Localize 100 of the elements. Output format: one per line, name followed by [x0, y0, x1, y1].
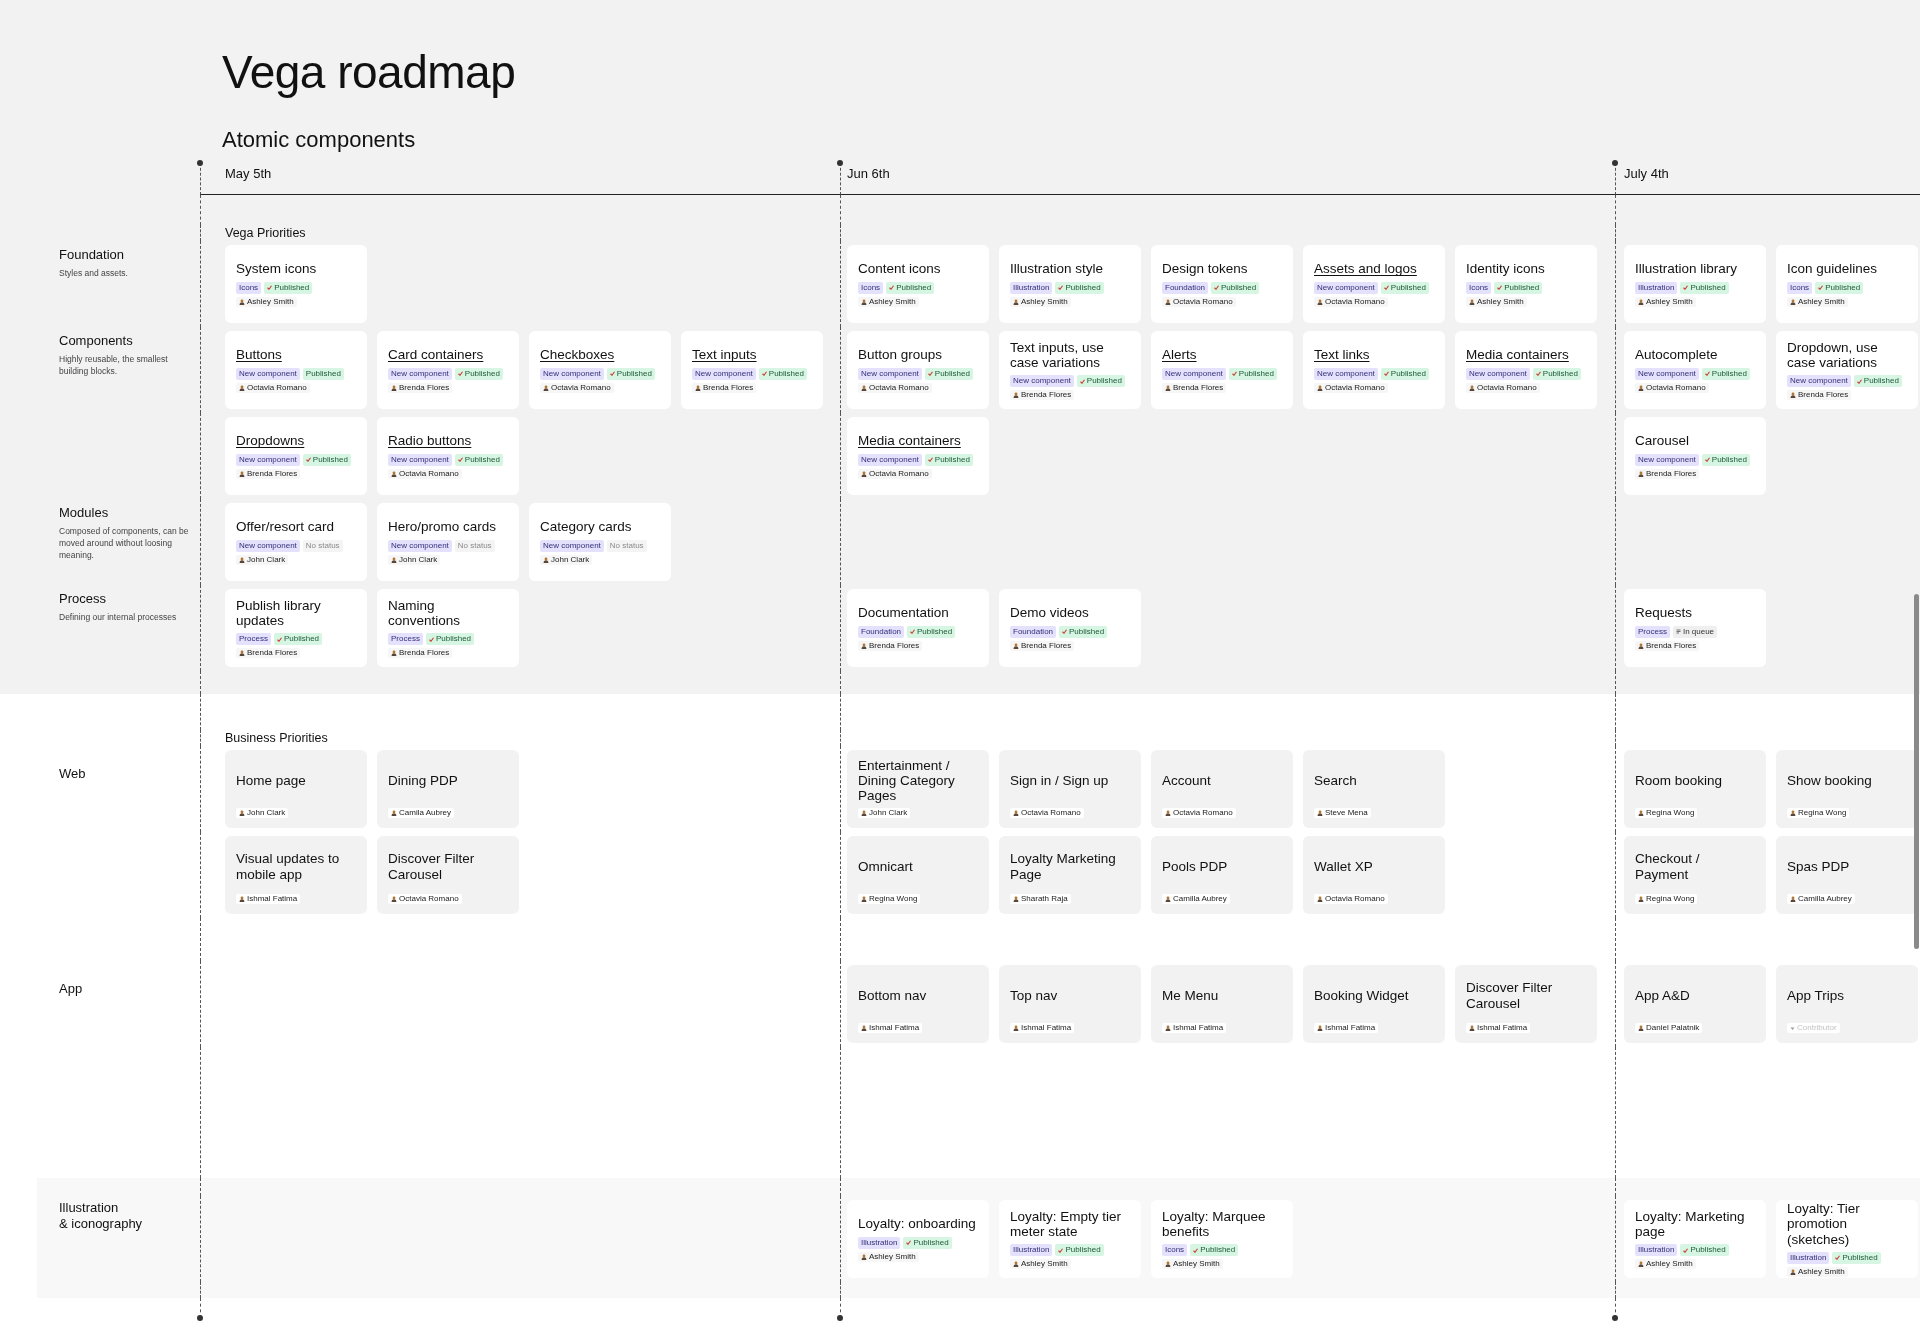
roadmap-card[interactable]: Home page John Clark	[225, 750, 367, 828]
roadmap-card[interactable]: App A&D Daniel Palatnik	[1624, 965, 1766, 1043]
roadmap-card[interactable]: Text inputs, use case variations New component Published Brenda Flores	[999, 331, 1141, 409]
category-tag: New component	[1635, 453, 1699, 466]
lane-description: Defining our internal processes	[59, 611, 178, 623]
roadmap-card[interactable]: Media containers New component Published Octavia Romano	[847, 417, 989, 495]
roadmap-card[interactable]: Requests Process In queue Brenda Flores	[1624, 589, 1766, 667]
roadmap-card[interactable]: Top nav Ishmal Fatima	[999, 965, 1141, 1043]
owner-name: Ashley Smith	[1477, 296, 1524, 307]
roadmap-card[interactable]: Dropdown, use case variations New component Published Brenda Flores	[1776, 331, 1918, 409]
card-title: Category cards	[540, 519, 633, 535]
roadmap-card[interactable]: Loyalty: Empty tier meter state Illustration Published Ashley Smith	[999, 1200, 1141, 1278]
roadmap-card[interactable]: Illustration library Illustration Published Ashley Smith	[1624, 245, 1766, 323]
roadmap-card[interactable]: Visual updates to mobile app Ishmal Fatima	[225, 836, 367, 914]
check-icon	[267, 285, 273, 291]
roadmap-card[interactable]: Naming conventions Process Published Brenda Flores	[377, 589, 519, 667]
roadmap-card[interactable]: Bottom nav Ishmal Fatima	[847, 965, 989, 1043]
roadmap-card[interactable]: Checkboxes New component Published Octavia Romano	[529, 331, 671, 409]
card-title: Carousel	[1635, 433, 1691, 449]
category-tag: Icons	[236, 281, 262, 294]
roadmap-card[interactable]: Category cards New component No status John Clark	[529, 503, 671, 581]
person-icon	[1013, 642, 1019, 649]
roadmap-card[interactable]: Text inputs New component Published Brenda Flores	[681, 331, 823, 409]
status-text: No status	[305, 540, 340, 551]
roadmap-card[interactable]: Demo videos Foundation Published Brenda Flores	[999, 589, 1141, 667]
category-tag: New component	[236, 453, 300, 466]
roadmap-card[interactable]: Pools PDP Camilla Aubrey	[1151, 836, 1293, 914]
owner-name: Octavia Romano	[551, 382, 611, 393]
owner-name: Brenda Flores	[247, 468, 298, 479]
roadmap-card[interactable]: Search Steve Mena	[1303, 750, 1445, 828]
owner-name: Ishmal Fatima	[1325, 1023, 1376, 1033]
category-tag: Icons	[1162, 1244, 1188, 1257]
roadmap-card[interactable]: Documentation Foundation Published Brenda Flores	[847, 589, 989, 667]
roadmap-card[interactable]: System icons Icons Published Ashley Smith	[225, 245, 367, 323]
roadmap-card[interactable]: Button groups New component Published Octavia Romano	[847, 331, 989, 409]
roadmap-card[interactable]: Discover Filter Carousel Octavia Romano	[377, 836, 519, 914]
roadmap-card[interactable]: Account Octavia Romano	[1151, 750, 1293, 828]
person-icon	[1165, 896, 1171, 902]
roadmap-card[interactable]: Loyalty: Marquee benefits Icons Published Ashley Smith	[1151, 1200, 1293, 1278]
card-link[interactable]: Text inputs	[692, 347, 812, 363]
category-tag: New component	[1635, 367, 1699, 380]
card-link[interactable]: Dropdowns	[236, 433, 356, 449]
card-link[interactable]: Radio buttons	[388, 433, 508, 449]
card-link[interactable]: Text links	[1314, 347, 1434, 363]
card-link[interactable]: Media containers	[1466, 347, 1586, 363]
card-link[interactable]: Alerts	[1162, 347, 1282, 363]
card-title: Hero/promo cards	[388, 519, 498, 535]
roadmap-card[interactable]: Loyalty Marketing Page Sharath Raja	[999, 836, 1141, 914]
roadmap-card[interactable]: Wallet XP Octavia Romano	[1303, 836, 1445, 914]
roadmap-card[interactable]: Offer/resort card New component No status John Clark	[225, 503, 367, 581]
roadmap-card[interactable]: Autocomplete New component Published Octavia Romano	[1624, 331, 1766, 409]
roadmap-card[interactable]: Sign in / Sign up Octavia Romano	[999, 750, 1141, 828]
roadmap-card[interactable]: Discover Filter Carousel Ishmal Fatima	[1455, 965, 1597, 1043]
card-link[interactable]: Checkboxes	[540, 347, 660, 363]
roadmap-card[interactable]: Entertainment / Dining Category Pages John Clark	[847, 750, 989, 828]
card-title: Content icons	[858, 261, 942, 277]
roadmap-card[interactable]: Radio buttons New component Published Octavia Romano	[377, 417, 519, 495]
roadmap-card[interactable]: Assets and logos New component Published Octavia Romano	[1303, 245, 1445, 323]
roadmap-card[interactable]: Identity icons Icons Published Ashley Smith	[1455, 245, 1597, 323]
roadmap-card[interactable]: Text links New component Published Octavia Romano	[1303, 331, 1445, 409]
roadmap-card[interactable]: Media containers New component Published Octavia Romano	[1455, 331, 1597, 409]
card-link[interactable]: Media containers	[858, 433, 978, 449]
roadmap-card[interactable]: Carousel New component Published Brenda Flores	[1624, 417, 1766, 495]
check-icon	[457, 371, 463, 377]
roadmap-card[interactable]: Design tokens Foundation Published Octavia Romano	[1151, 245, 1293, 323]
card-title: Me Menu	[1162, 987, 1219, 1004]
check-icon	[1383, 285, 1389, 291]
roadmap-card[interactable]: Loyalty: Marketing page Illustration Published Ashley Smith	[1624, 1200, 1766, 1278]
category-tag: New component	[692, 367, 756, 380]
roadmap-card[interactable]: Loyalty: onboarding Illustration Published Ashley Smith	[847, 1200, 989, 1278]
owner-name: Brenda Flores	[1173, 382, 1224, 393]
category-tag: Icons	[858, 281, 884, 294]
roadmap-card[interactable]: Dropdowns New component Published Brenda Flores	[225, 417, 367, 495]
roadmap-card[interactable]: Icon guidelines Icons Published Ashley Smith	[1776, 245, 1918, 323]
roadmap-card[interactable]: Alerts New component Published Brenda Flores	[1151, 331, 1293, 409]
roadmap-card[interactable]: Omnicart Regina Wong	[847, 836, 989, 914]
roadmap-card[interactable]: Me Menu Ishmal Fatima	[1151, 965, 1293, 1043]
roadmap-card[interactable]: Dining PDP Camila Aubrey	[377, 750, 519, 828]
card-link[interactable]: Assets and logos	[1314, 261, 1434, 277]
card-title: Show booking	[1787, 772, 1872, 789]
person-icon	[1638, 1025, 1644, 1031]
person-icon	[1317, 298, 1323, 305]
check-icon	[1193, 1247, 1199, 1253]
owner-name: Ashley Smith	[1646, 1259, 1693, 1270]
card-link[interactable]: Card containers	[388, 347, 508, 363]
card-link[interactable]: Buttons	[236, 347, 356, 363]
roadmap-card[interactable]: Checkout / Payment Regina Wong	[1624, 836, 1766, 914]
person-icon	[1638, 810, 1644, 816]
roadmap-card[interactable]: Content icons Icons Published Ashley Smith	[847, 245, 989, 323]
owner-name: Brenda Flores	[703, 382, 754, 393]
roadmap-card[interactable]: Illustration style Illustration Published Ashley Smith	[999, 245, 1141, 323]
roadmap-card[interactable]: Card containers New component Published Brenda Flores	[377, 331, 519, 409]
roadmap-card[interactable]: Publish library updates Process Published Brenda Flores	[225, 589, 367, 667]
roadmap-card[interactable]: Hero/promo cards New component No status John Clark	[377, 503, 519, 581]
roadmap-card[interactable]: Room booking Regina Wong	[1624, 750, 1766, 828]
scrollbar-thumb[interactable]	[1914, 594, 1919, 949]
status-text: Published	[917, 626, 953, 637]
roadmap-card[interactable]: Buttons New component Published Octavia Romano	[225, 331, 367, 409]
roadmap-card[interactable]: Booking Widget Ishmal Fatima	[1303, 965, 1445, 1043]
roadmap-card[interactable]: Loyalty: Tier promotion (sketches) Illustration Published Ashley Smith	[1776, 1200, 1918, 1278]
